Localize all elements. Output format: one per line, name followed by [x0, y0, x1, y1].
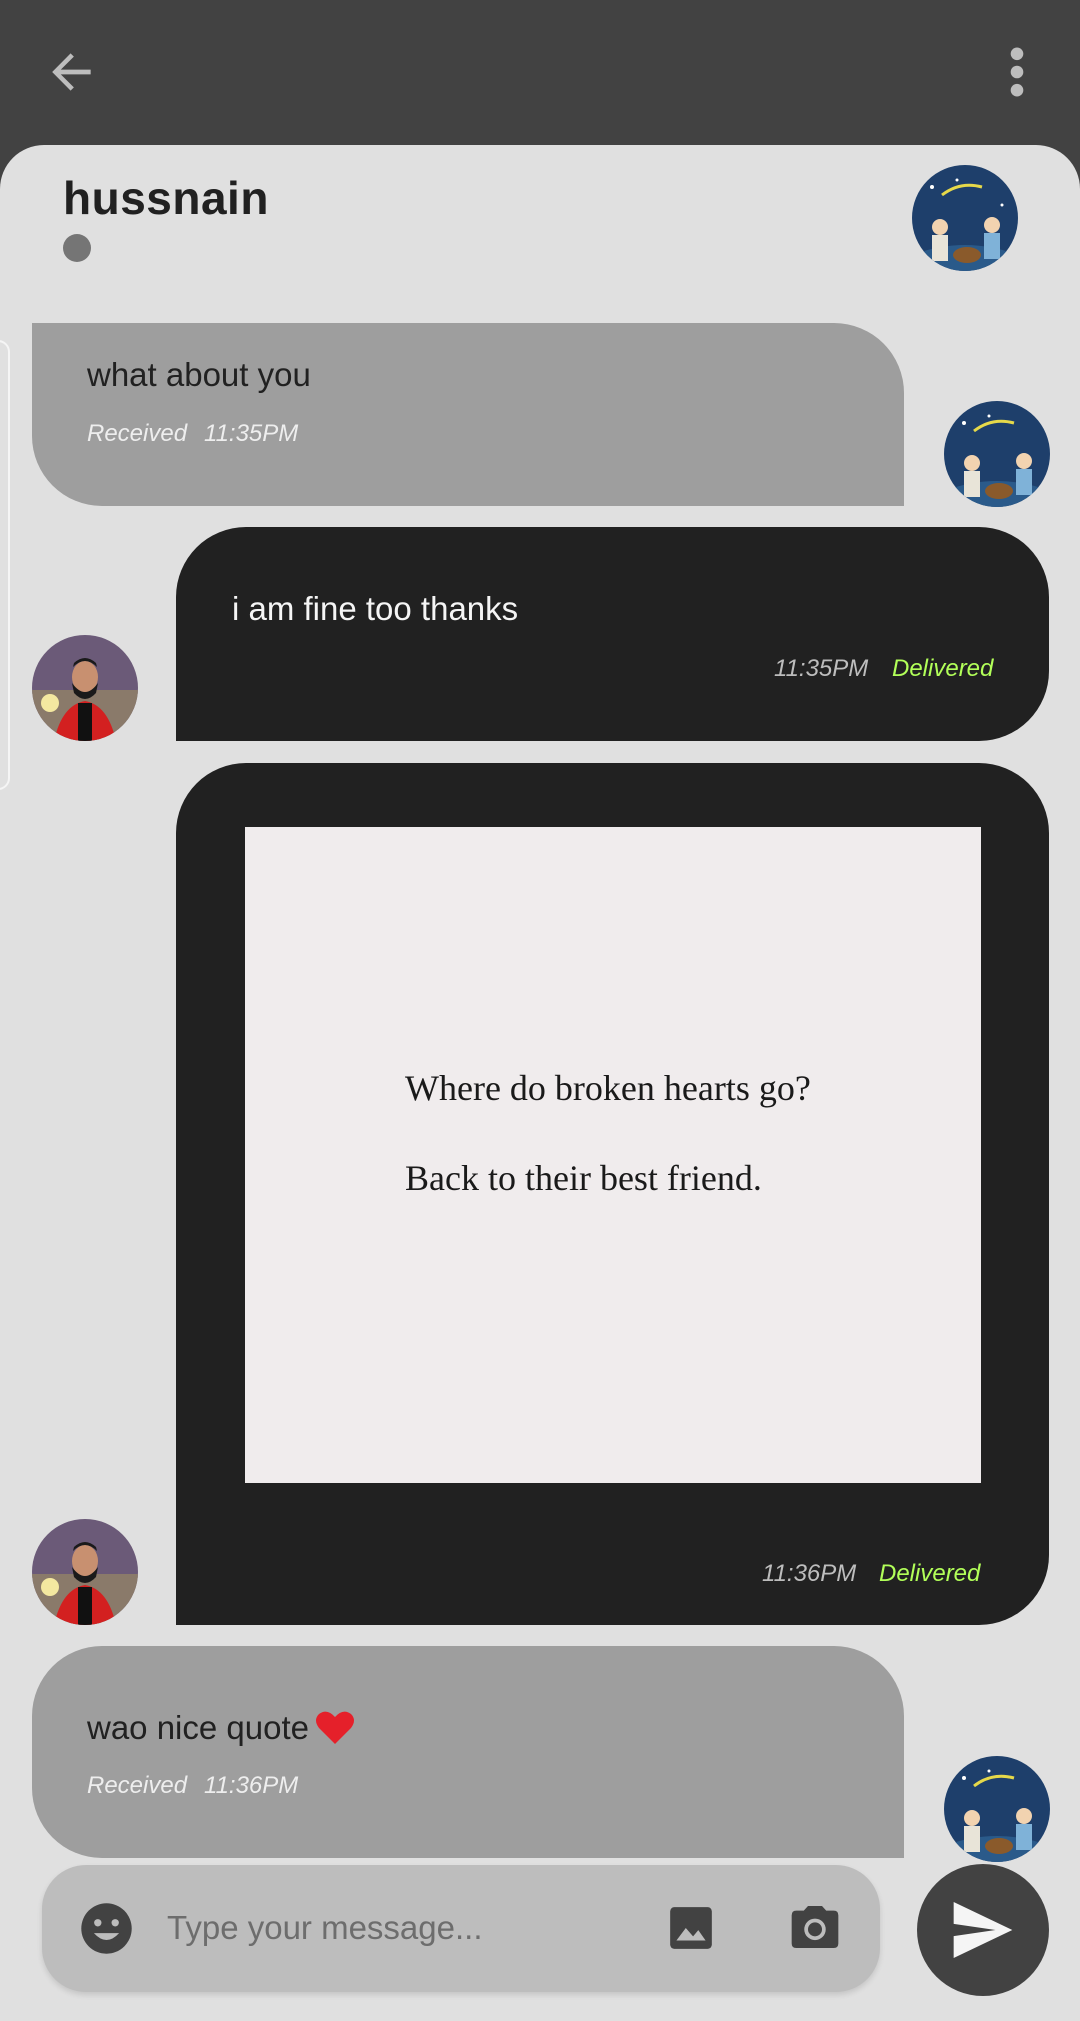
contact-avatar[interactable]: [944, 1756, 1050, 1862]
send-icon: [953, 1902, 1013, 1958]
message-time: 11:36PM: [204, 1772, 299, 1799]
message-time: 11:35PM: [204, 420, 299, 447]
scroll-indicator[interactable]: [0, 340, 10, 790]
emoji-icon[interactable]: [79, 1901, 134, 1956]
image-icon[interactable]: [666, 1903, 716, 1953]
arrow-left-icon[interactable]: [44, 44, 100, 100]
contact-avatar[interactable]: [944, 401, 1050, 507]
more-vert-icon[interactable]: [1000, 44, 1034, 100]
send-button[interactable]: [917, 1864, 1049, 1996]
app-bar: [0, 0, 1080, 145]
message-time: 11:36PM: [762, 1560, 857, 1587]
shared-image[interactable]: Where do broken hearts go? Back to their…: [245, 827, 981, 1483]
message-input[interactable]: [167, 1895, 667, 1961]
message-composer: [42, 1865, 880, 1992]
message-status: Delivered: [879, 1560, 981, 1587]
message-bubble-sent-image[interactable]: Where do broken hearts go? Back to their…: [176, 763, 1049, 1625]
chat-panel: hussnain what about you Received 11:35PM: [0, 145, 1080, 2021]
user-avatar[interactable]: [32, 1519, 138, 1625]
message-text-row: wao nice quote: [87, 1709, 355, 1747]
image-text-line: Back to their best friend.: [405, 1158, 762, 1198]
contact-name: hussnain: [63, 172, 269, 224]
message-bubble-received[interactable]: what about you Received 11:35PM: [32, 323, 904, 506]
message-text: wao nice quote: [87, 1709, 309, 1746]
message-time: 11:35PM: [774, 655, 869, 682]
message-status: Received: [87, 420, 188, 447]
online-status-dot: [63, 234, 91, 262]
message-bubble-received[interactable]: wao nice quote Received 11:36PM: [32, 1646, 904, 1858]
message-status: Received: [87, 1772, 188, 1799]
message-status: Delivered: [892, 655, 994, 682]
message-text: i am fine too thanks: [232, 590, 519, 627]
message-bubble-sent[interactable]: i am fine too thanks 11:35PM Delivered: [176, 527, 1049, 741]
user-avatar[interactable]: [32, 635, 138, 741]
contact-avatar[interactable]: [912, 165, 1018, 271]
image-text-line: Where do broken hearts go?: [405, 1068, 811, 1108]
message-text: what about you: [87, 356, 311, 393]
heart-icon: [316, 1711, 354, 1744]
camera-icon[interactable]: [787, 1899, 843, 1955]
